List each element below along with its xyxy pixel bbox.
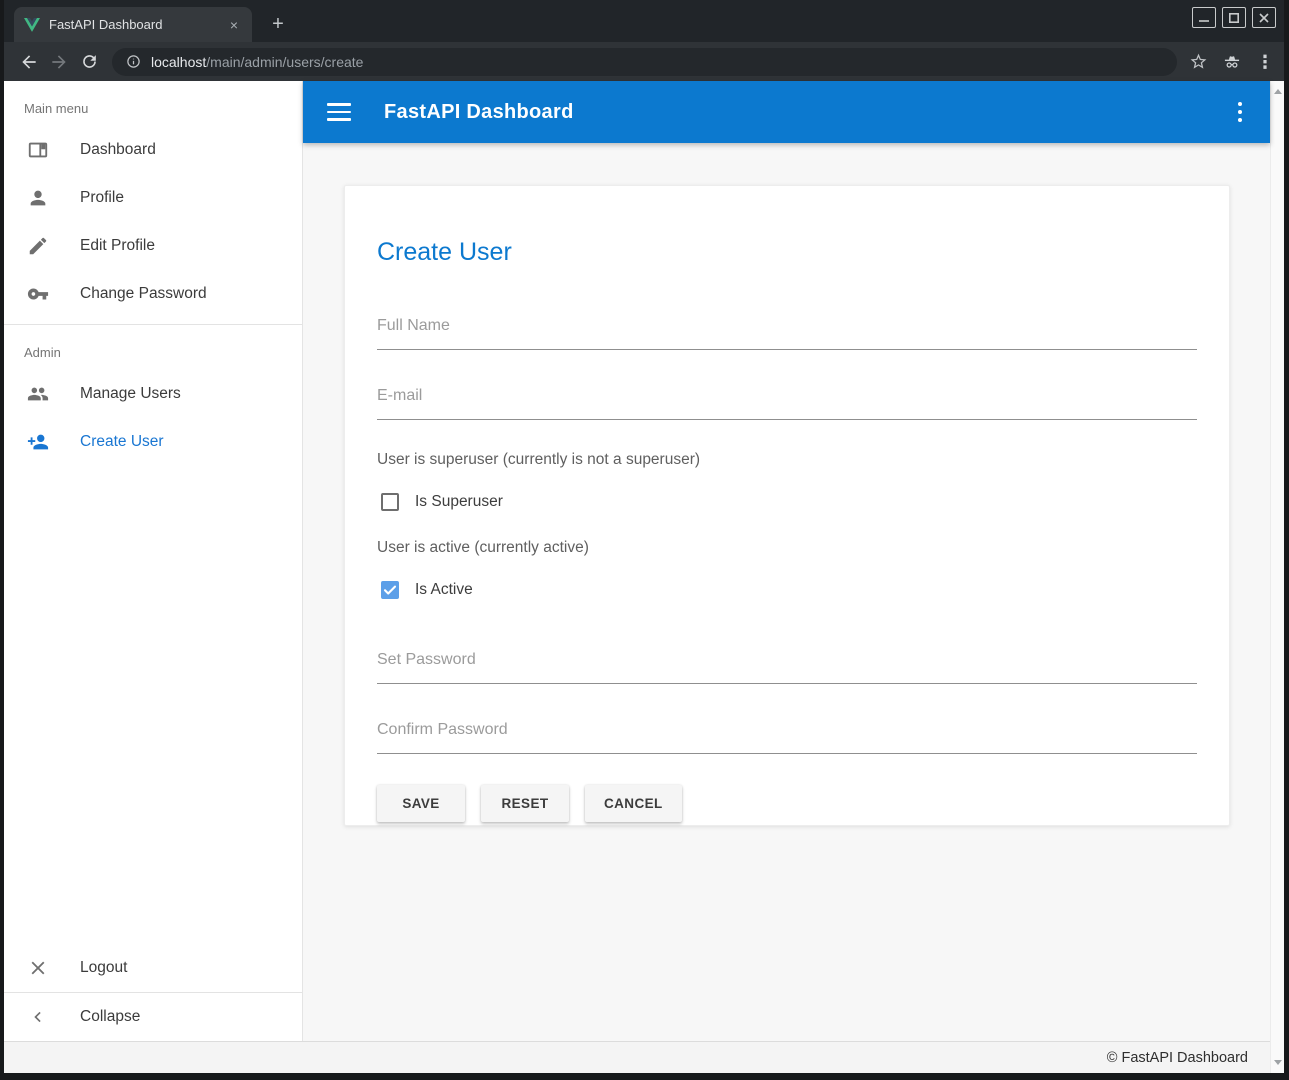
confirm-password-input[interactable] xyxy=(377,715,1197,754)
set-password-input[interactable] xyxy=(377,645,1197,684)
cancel-button[interactable]: CANCEL xyxy=(585,785,682,822)
password-field-wrap xyxy=(377,645,1197,684)
scroll-down-icon[interactable] xyxy=(1274,1060,1282,1065)
sidebar-item-logout[interactable]: Logout xyxy=(4,944,302,992)
sidebar-item-label: Dashboard xyxy=(80,141,156,159)
scroll-up-icon[interactable] xyxy=(1274,89,1282,94)
confirm-password-field-wrap xyxy=(377,715,1197,754)
vue-logo-icon xyxy=(24,18,40,32)
main-content: Create User User is superuser (currently… xyxy=(303,143,1270,1041)
key-icon xyxy=(26,282,50,306)
window-maximize-button[interactable] xyxy=(1222,7,1246,28)
is-active-label: Is Active xyxy=(415,581,473,599)
is-superuser-label: Is Superuser xyxy=(415,493,503,511)
browser-tabstrip: FastAPI Dashboard × + xyxy=(4,0,1284,42)
people-icon xyxy=(26,382,50,406)
new-tab-button[interactable]: + xyxy=(264,10,292,38)
sidebar-item-create-user[interactable]: Create User xyxy=(4,418,302,466)
window-close-button[interactable] xyxy=(1252,7,1276,28)
sidebar-item-label: Manage Users xyxy=(80,385,181,403)
create-user-card: Create User User is superuser (currently… xyxy=(344,185,1230,826)
hamburger-menu-icon[interactable] xyxy=(327,103,351,121)
tab-title: FastAPI Dashboard xyxy=(49,17,224,32)
page-title: Create User xyxy=(377,238,1197,267)
pencil-icon xyxy=(26,234,50,258)
browser-toolbar: localhost/main/admin/users/create ⋮ xyxy=(4,42,1284,81)
close-icon xyxy=(26,956,50,980)
sidebar-item-change-password[interactable]: Change Password xyxy=(4,270,302,318)
sidebar-item-label: Edit Profile xyxy=(80,237,155,255)
browser-menu-icon[interactable]: ⋮ xyxy=(1256,52,1274,72)
url-text: localhost/main/admin/users/create xyxy=(151,54,363,70)
app-viewport: Main menu Dashboard Profile Edit Profile… xyxy=(4,81,1284,1073)
sidebar-item-label: Change Password xyxy=(80,285,207,303)
forward-icon[interactable] xyxy=(44,47,74,77)
url-host: localhost xyxy=(151,54,206,70)
reset-button[interactable]: RESET xyxy=(481,785,569,822)
superuser-hint: User is superuser (currently is not a su… xyxy=(377,451,1197,469)
sidebar-item-collapse[interactable]: Collapse xyxy=(4,993,302,1041)
site-info-icon[interactable] xyxy=(126,54,141,69)
active-check-row: Is Active xyxy=(377,581,1197,599)
person-icon xyxy=(26,186,50,210)
url-bar[interactable]: localhost/main/admin/users/create xyxy=(112,48,1177,76)
full-name-input[interactable] xyxy=(377,311,1197,350)
tab-close-icon[interactable]: × xyxy=(224,15,244,35)
is-active-checkbox[interactable] xyxy=(381,581,399,599)
form-actions: SAVE RESET CANCEL xyxy=(377,785,1197,822)
email-field-wrap xyxy=(377,381,1197,420)
sidebar-section-main-menu: Main menu xyxy=(4,81,302,126)
save-button[interactable]: SAVE xyxy=(377,785,465,822)
copyright-text: © FastAPI Dashboard xyxy=(1107,1050,1248,1066)
url-path: /main/admin/users/create xyxy=(206,54,363,70)
incognito-icon xyxy=(1222,52,1242,72)
chevron-left-icon xyxy=(26,1005,50,1029)
sidebar-spacer xyxy=(4,466,302,944)
browser-tab[interactable]: FastAPI Dashboard × xyxy=(14,7,252,42)
sidebar-item-dashboard[interactable]: Dashboard xyxy=(4,126,302,174)
is-superuser-checkbox[interactable] xyxy=(381,493,399,511)
toolbar-right-icons: ⋮ xyxy=(1189,52,1274,72)
sidebar-section-admin: Admin xyxy=(4,325,302,370)
sidebar-item-label: Collapse xyxy=(80,1008,140,1026)
app-header: FastAPI Dashboard xyxy=(303,81,1270,143)
sidebar-item-profile[interactable]: Profile xyxy=(4,174,302,222)
sidebar-item-manage-users[interactable]: Manage Users xyxy=(4,370,302,418)
sidebar-item-label: Profile xyxy=(80,189,124,207)
person-add-icon xyxy=(26,430,50,454)
sidebar-item-label: Logout xyxy=(80,959,127,977)
sidebar: Main menu Dashboard Profile Edit Profile… xyxy=(4,81,303,1041)
app-footer: © FastAPI Dashboard xyxy=(4,1041,1270,1073)
email-input[interactable] xyxy=(377,381,1197,420)
sidebar-item-edit-profile[interactable]: Edit Profile xyxy=(4,222,302,270)
back-icon[interactable] xyxy=(14,47,44,77)
reload-icon[interactable] xyxy=(74,47,104,77)
active-hint: User is active (currently active) xyxy=(377,539,1197,557)
window-minimize-button[interactable] xyxy=(1192,7,1216,28)
dashboard-icon xyxy=(26,138,50,162)
full-name-field-wrap xyxy=(377,311,1197,350)
page-scrollbar[interactable] xyxy=(1270,81,1284,1073)
window-controls xyxy=(1192,7,1276,28)
bookmark-star-icon[interactable] xyxy=(1189,52,1208,71)
sidebar-item-label: Create User xyxy=(80,433,164,451)
superuser-check-row: Is Superuser xyxy=(377,493,1197,511)
app-menu-kebab-icon[interactable] xyxy=(1234,98,1247,127)
app-title: FastAPI Dashboard xyxy=(384,101,1234,124)
